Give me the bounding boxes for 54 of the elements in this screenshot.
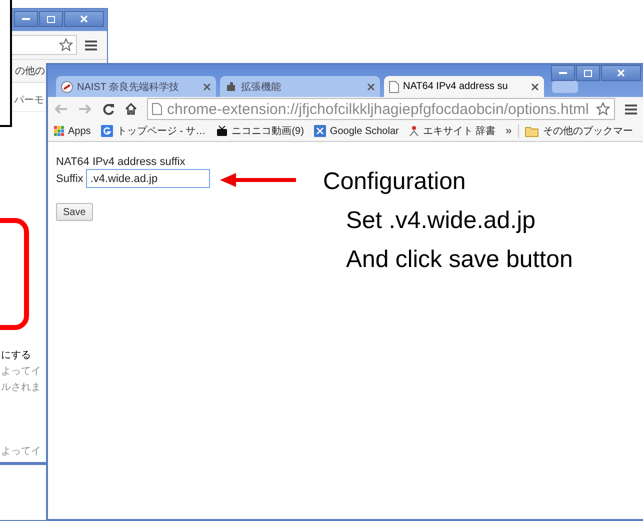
bookmark-item[interactable]: ニコニコ動画(9): [216, 124, 304, 138]
person-icon: [408, 125, 419, 137]
close-button[interactable]: [601, 65, 641, 81]
tv-icon: [216, 125, 228, 137]
bookmark-item[interactable]: その他のブックマー: [524, 124, 633, 138]
maximize-icon: [47, 16, 55, 22]
suffix-field[interactable]: .v4.wide.ad.jp: [86, 169, 210, 188]
star-icon[interactable]: [596, 102, 610, 116]
page-text: パーモ: [14, 95, 44, 106]
setting-text: よってイ: [1, 445, 42, 458]
star-icon[interactable]: [59, 38, 73, 52]
menu-icon[interactable]: [625, 104, 637, 114]
close-icon[interactable]: [203, 82, 211, 90]
puzzle-icon: [225, 80, 237, 92]
setting-text: にする: [1, 349, 32, 362]
maximize-button[interactable]: [39, 11, 63, 27]
minimize-button[interactable]: [551, 65, 575, 81]
apps-grid-icon: [54, 126, 64, 136]
browser-tab[interactable]: NAIST 奈良先端科学技: [56, 76, 216, 97]
bookmark-item[interactable]: トップページ - サ…: [100, 124, 206, 138]
annotation-title: Configuration: [323, 167, 467, 197]
home-icon[interactable]: [125, 103, 137, 115]
browser-tab[interactable]: 拡張機能: [220, 76, 380, 97]
annotation-text: And click save button: [346, 245, 573, 275]
close-icon: [80, 15, 88, 23]
bookmark-item[interactable]: Apps: [54, 126, 91, 136]
minimize-button[interactable]: [14, 11, 38, 27]
save-button[interactable]: Save: [56, 203, 93, 221]
menu-icon[interactable]: [85, 40, 97, 50]
browser-tab[interactable]: NAT64 IPv4 address su: [384, 76, 544, 97]
folder-icon: [524, 126, 539, 136]
annotation-text: Set .v4.wide.ad.jp: [346, 206, 536, 236]
address-bar[interactable]: chrome-extension://jfjchofcilkkljhagiepfgfocdaobcin/options.html: [147, 98, 615, 120]
close-button[interactable]: [64, 11, 104, 27]
setting-text: よってイ: [1, 365, 42, 378]
page-icon: [152, 103, 162, 115]
bookmark-item[interactable]: Google Scholar: [314, 125, 399, 137]
maximize-button[interactable]: [576, 65, 600, 81]
section-heading: NAT64 IPv4 address suffix: [56, 156, 186, 168]
letter-g-icon: [100, 125, 113, 137]
more-bookmarks-button[interactable]: »: [506, 125, 512, 137]
maximize-icon: [584, 70, 592, 76]
close-icon[interactable]: [367, 82, 375, 90]
close-icon[interactable]: [531, 82, 539, 90]
minimize-icon: [22, 18, 30, 20]
minimize-icon: [559, 72, 567, 74]
close-icon: [617, 69, 625, 77]
bookmark-item[interactable]: エキサイト 辞書: [408, 124, 496, 138]
reload-icon[interactable]: [102, 102, 115, 116]
page-icon: [389, 80, 399, 92]
site-icon: [61, 80, 73, 92]
setting-text: ルされま: [1, 381, 42, 394]
field-label: Suffix: [56, 172, 84, 184]
bookmark-item[interactable]: の他の: [15, 64, 45, 78]
